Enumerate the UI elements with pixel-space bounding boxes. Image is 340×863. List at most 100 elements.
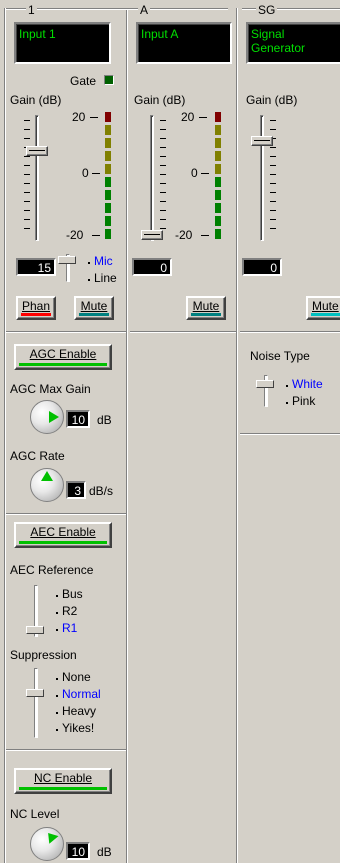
channel-sg-title: SG: [256, 3, 278, 17]
bar: [79, 313, 109, 316]
meter-seg: [105, 164, 111, 174]
meter-seg: [105, 125, 111, 135]
suppression-option-normal[interactable]: Normal: [62, 687, 101, 701]
channel-1-mute-button[interactable]: Mute: [74, 296, 114, 320]
channel-sg-gain-value[interactable]: 0: [242, 258, 282, 276]
agc-max-gain-unit: dB: [97, 413, 112, 427]
agc-max-gain-knob[interactable]: [30, 400, 64, 434]
section-divider: [6, 331, 126, 333]
ptr: [49, 411, 59, 423]
meter-seg: [215, 125, 221, 135]
bar: [21, 313, 51, 316]
input-option-line[interactable]: Line: [94, 271, 117, 285]
ptr: [43, 829, 59, 844]
radio-dot: [286, 402, 288, 404]
channel-a-title: A: [138, 3, 151, 17]
channel-sg-gain-slider-track[interactable]: [260, 115, 264, 241]
column-left-border: [4, 8, 6, 863]
nc-level-unit: dB: [97, 845, 112, 859]
suppression-switch-thumb[interactable]: [26, 689, 44, 697]
suppression-option-none[interactable]: None: [62, 670, 91, 684]
noise-option-white[interactable]: White: [292, 377, 323, 391]
input-type-switch-thumb[interactable]: [58, 256, 76, 264]
meter-seg: [215, 151, 221, 161]
section-divider: [6, 513, 126, 515]
meter-label-top: 20: [72, 110, 86, 124]
noise-option-pink[interactable]: Pink: [292, 394, 315, 408]
meter-seg: [105, 112, 111, 122]
noise-type-label: Noise Type: [250, 349, 310, 363]
column-divider: [126, 8, 128, 863]
meter-seg: [105, 216, 111, 226]
channel-a-gain-slider-track[interactable]: [150, 115, 154, 241]
nc-level-knob[interactable]: [30, 827, 64, 861]
meter-seg: [105, 229, 111, 239]
channel-1-name-display[interactable]: Input 1: [14, 22, 111, 64]
channel-1-gain-value[interactable]: 15: [16, 258, 56, 276]
agc-max-gain-value[interactable]: 10: [66, 410, 90, 428]
radio-dot: [56, 712, 58, 714]
agc-rate-unit: dB/s: [89, 484, 114, 498]
agc-rate-label: AGC Rate: [10, 449, 65, 463]
phantom-power-button[interactable]: Phan: [16, 296, 56, 320]
channel-a-gain-value[interactable]: 0: [132, 258, 172, 276]
channel-sg-gain-label: Gain (dB): [246, 93, 298, 107]
suppression-option-heavy[interactable]: Heavy: [62, 704, 96, 718]
agc-max-gain-label: AGC Max Gain: [10, 382, 91, 396]
suppression-option-yikes[interactable]: Yikes!: [62, 721, 94, 735]
mute-label: Mute: [312, 299, 339, 313]
section-divider: [130, 331, 236, 333]
channel-a-gain-slider-thumb[interactable]: [141, 230, 163, 240]
channel-1-title: 1: [26, 3, 37, 17]
aec-reference-option-bus[interactable]: Bus: [62, 587, 83, 601]
nc-enable-button[interactable]: NC Enable: [14, 768, 112, 794]
meter-seg: [105, 138, 111, 148]
channel-1-gain-slider-track[interactable]: [35, 115, 39, 241]
agc-enable-label: AGC Enable: [29, 347, 97, 361]
channel-1-gain-label: Gain (dB): [10, 93, 62, 107]
agc-enable-button[interactable]: AGC Enable: [14, 344, 112, 370]
meter-label-bottom: -20: [175, 228, 193, 242]
suppression-switch-track[interactable]: [34, 668, 38, 738]
channel-sg-mute-button[interactable]: Mute: [306, 296, 340, 320]
nc-level-value[interactable]: 10: [66, 842, 90, 860]
meter-seg: [215, 177, 221, 187]
bar: [311, 313, 340, 316]
meter-seg: [215, 164, 221, 174]
channel-1-level-meter: [104, 112, 114, 244]
section-divider: [6, 749, 126, 751]
radio-dot: [56, 612, 58, 614]
meter-tick: [92, 173, 100, 174]
channel-sg-gain-slider-thumb[interactable]: [251, 136, 273, 146]
meter-seg: [215, 203, 221, 213]
aec-reference-label: AEC Reference: [10, 563, 94, 577]
aec-reference-switch-thumb[interactable]: [26, 626, 44, 634]
bar: [19, 541, 107, 544]
channel-a-level-meter: [214, 112, 224, 244]
slider-ticks: [160, 120, 166, 236]
meter-tick: [199, 117, 207, 118]
bar: [191, 313, 221, 316]
radio-dot: [286, 385, 288, 387]
channel-1-gain-slider-thumb[interactable]: [26, 146, 48, 156]
noise-type-switch-thumb[interactable]: [256, 380, 274, 388]
meter-seg: [215, 229, 221, 239]
channel-a-gain-label: Gain (dB): [134, 93, 186, 107]
radio-dot: [56, 678, 58, 680]
suppression-label: Suppression: [10, 648, 77, 662]
agc-rate-knob[interactable]: [30, 468, 64, 502]
column-divider: [236, 8, 238, 863]
channel-sg-name-display[interactable]: Signal Generator: [246, 22, 340, 64]
meter-tick: [92, 235, 100, 236]
bar: [19, 787, 107, 790]
input-option-mic[interactable]: Mic: [94, 254, 113, 268]
channel-a-name-display[interactable]: Input A: [136, 22, 232, 64]
nc-level-label: NC Level: [10, 807, 60, 821]
radio-dot: [56, 629, 58, 631]
aec-reference-option-r1[interactable]: R1: [62, 621, 77, 635]
agc-rate-value[interactable]: 3: [66, 481, 86, 499]
aec-enable-button[interactable]: AEC Enable: [14, 522, 112, 548]
aec-reference-option-r2[interactable]: R2: [62, 604, 77, 618]
radio-dot: [88, 262, 90, 264]
channel-a-mute-button[interactable]: Mute: [186, 296, 226, 320]
